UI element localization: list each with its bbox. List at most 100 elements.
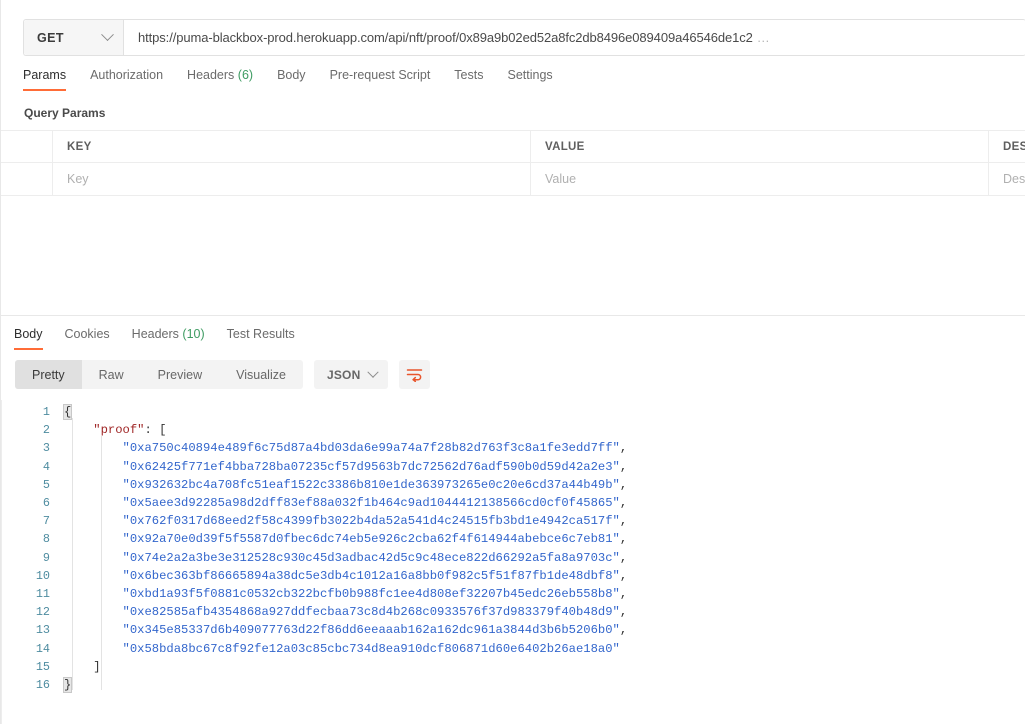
code-line: 10 "0x6bec363bf86665894a38dc5e3db4c1012a… [2,567,1025,585]
line-number: 4 [42,459,50,474]
row-description-input[interactable]: Description [989,163,1025,195]
header-description-label: DESCRIPTION [1003,140,1025,153]
line-number: 8 [42,532,50,547]
code-line-text: "0x92a70e0d39f5f5587d0fbec6dc74eb5e926c2… [64,532,628,547]
tab-tests-label: Tests [454,68,484,82]
json-string-value: "0xe82585afb4354868a927ddfecbaa73c8d4b26… [122,605,620,620]
line-number: 11 [35,586,50,601]
json-string-value: "0x58bda8bc67c8f92fe12a03c85cbc734d8ea91… [122,641,620,656]
code-line-text: "0x6bec363bf86665894a38dc5e3db4c1012a16a… [64,569,628,583]
view-mode-pretty-label: Pretty [32,367,65,382]
row-value-input[interactable]: Value [531,163,989,195]
line-number: 12 [35,605,50,620]
tab-headers[interactable]: Headers (6) [187,66,253,91]
response-view-controls: Pretty Raw Preview Visualize JSON [15,360,431,389]
code-line: 13 "0x345e85337d6b409077763d22f86dd6eeaa… [2,621,1025,639]
http-method-label: GET [37,30,64,45]
header-key-label: KEY [67,140,92,153]
tab-tests[interactable]: Tests [454,66,483,91]
line-number: 15 [35,659,50,674]
request-url-bar: GET https://puma-blackbox-prod.herokuapp… [23,19,1025,56]
query-params-table: KEY VALUE DESCRIPTION Key Value Descript… [1,130,1025,196]
word-wrap-button[interactable] [399,360,431,389]
http-method-select[interactable]: GET [24,20,124,55]
json-punctuation: : [ [144,423,167,438]
postman-request-response-pane: GET https://puma-blackbox-prod.herokuapp… [0,0,1025,724]
response-view-mode-group: Pretty Raw Preview Visualize [15,360,303,389]
code-line-text: "proof": [ [64,423,166,437]
tab-params[interactable]: Params [23,66,67,91]
code-line-text: } [62,676,73,693]
url-truncation-ellipsis: … [756,30,770,45]
pane-divider[interactable] [1,315,1025,316]
response-tab-cookies[interactable]: Cookies [65,325,110,350]
tab-headers-label: Headers [187,68,235,82]
tab-headers-count: (6) [237,68,254,82]
response-tabs: Body Cookies Headers (10) Test Results [14,325,317,350]
row-checkbox-cell[interactable] [1,163,53,195]
tab-pre-request-script[interactable]: Pre-request Script [330,66,431,91]
row-description-placeholder: Description [1003,172,1025,186]
response-tab-headers-count: (10) [182,327,205,341]
header-description-cell: DESCRIPTION [989,131,1025,162]
code-lines-container: 1{2 "proof": [3 "0xa750c40894e489f6c75d8… [2,400,1025,694]
code-line: 3 "0xa750c40894e489f6c75d87a4bd03da6e99a… [2,439,1025,457]
response-tab-headers[interactable]: Headers (10) [132,325,205,350]
json-string-value: "0x74e2a2a3be3e312528c930c45d3adbac42d5c… [122,550,620,565]
code-line: 1{ [2,403,1025,421]
response-tab-headers-label: Headers [131,327,179,341]
response-format-select[interactable]: JSON [313,360,389,389]
response-tab-cookies-label: Cookies [64,327,110,341]
tab-pre-request-script-label: Pre-request Script [329,68,431,82]
url-input[interactable]: https://puma-blackbox-prod.herokuapp.com… [124,20,1025,55]
response-tab-body[interactable]: Body [14,325,43,350]
tab-body[interactable]: Body [277,66,306,91]
code-line-text: "0xa750c40894e489f6c75d87a4bd03da6e99a74… [64,441,628,455]
row-key-placeholder: Key [67,172,89,186]
header-checkbox-cell [1,131,53,162]
code-line: 4 "0x62425f771ef4bba728ba07235cf57d9563b… [2,458,1025,476]
code-line: 12 "0xe82585afb4354868a927ddfecbaa73c8d4… [2,603,1025,621]
request-tabs: Params Authorization Headers (6) Body Pr… [23,66,1025,96]
code-line-text: "0xbd1a93f5f0881c0532cb322bcfb0b988fc1ee… [64,586,628,601]
brace-highlight: } [62,676,73,693]
json-punctuation: , [619,586,628,601]
line-number: 7 [42,514,50,529]
code-line-text: "0xe82585afb4354868a927ddfecbaa73c8d4b26… [64,605,628,620]
code-line-text: "0x58bda8bc67c8f92fe12a03c85cbc734d8ea91… [64,642,620,656]
json-punctuation: , [619,623,628,638]
view-mode-visualize[interactable]: Visualize [219,360,303,389]
code-line: 16} [2,676,1025,694]
tab-settings[interactable]: Settings [507,66,552,91]
tab-settings-label: Settings [507,68,553,82]
view-mode-raw[interactable]: Raw [82,360,141,389]
view-mode-preview-label: Preview [157,367,203,382]
query-params-title: Query Params [24,106,106,120]
view-mode-visualize-label: Visualize [236,367,286,382]
code-line: 5 "0x932632bc4a708fc51eaf1522c3386b810e1… [2,476,1025,494]
tab-authorization[interactable]: Authorization [90,66,163,91]
row-key-input[interactable]: Key [53,163,531,195]
url-text: https://puma-blackbox-prod.herokuapp.com… [138,30,753,45]
code-line: 11 "0xbd1a93f5f0881c0532cb322bcfb0b988fc… [2,585,1025,603]
json-punctuation: , [619,477,628,492]
chevron-down-icon [101,28,114,42]
line-number: 9 [42,550,50,565]
json-key: "proof" [93,423,145,438]
view-mode-pretty[interactable]: Pretty [15,360,82,389]
response-body-json-viewer[interactable]: 1{2 "proof": [3 "0xa750c40894e489f6c75d8… [1,400,1025,724]
code-line: 8 "0x92a70e0d39f5f5587d0fbec6dc74eb5e926… [2,530,1025,548]
table-row[interactable]: Key Value Description [1,163,1025,195]
json-string-value: "0x932632bc4a708fc51eaf1522c3386b810e1de… [122,477,620,492]
line-number: 16 [35,677,50,692]
view-mode-raw-label: Raw [98,367,124,382]
view-mode-preview[interactable]: Preview [141,360,219,389]
json-string-value: "0x92a70e0d39f5f5587d0fbec6dc74eb5e926c2… [122,532,620,547]
header-value-cell: VALUE [531,131,989,162]
table-header-row: KEY VALUE DESCRIPTION [1,131,1025,163]
line-number: 14 [35,641,50,656]
code-line: 9 "0x74e2a2a3be3e312528c930c45d3adbac42d… [2,549,1025,567]
line-number: 1 [42,405,50,420]
code-line-text: ] [64,660,100,674]
response-tab-test-results[interactable]: Test Results [227,325,295,350]
